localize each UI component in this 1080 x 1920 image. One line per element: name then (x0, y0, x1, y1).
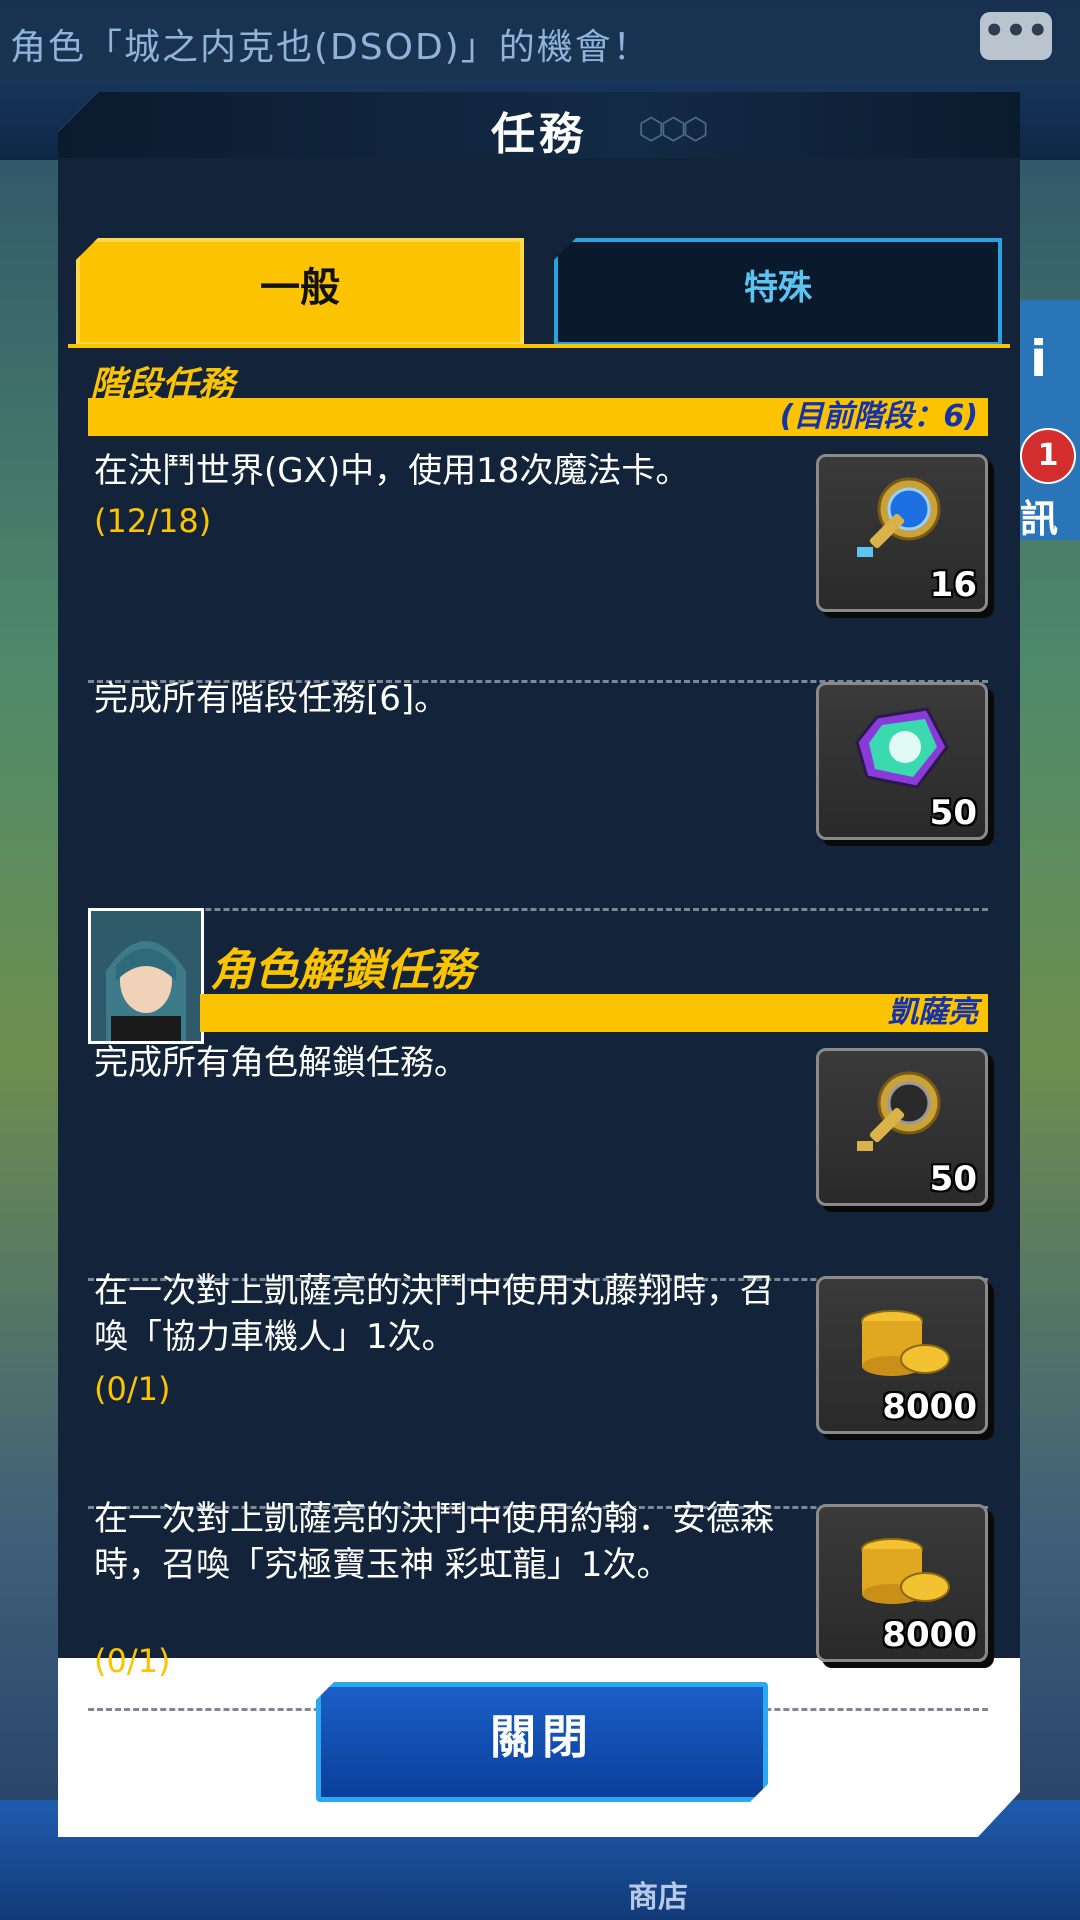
key-icon (857, 477, 941, 557)
info-icon: i (1030, 330, 1048, 388)
task-progress: (0/1) (94, 1370, 171, 1408)
divider (88, 908, 988, 911)
reward-count: 16 (929, 565, 977, 605)
tab-general[interactable]: 一般 (76, 238, 524, 346)
reward-count: 8000 (882, 1387, 977, 1427)
mission-dialog: ⬡⬡⬡ 任務 一般 特殊 階段任務 (目前階段：6) 在決鬥世界(GX)中，使用… (58, 92, 1020, 1837)
chat-icon[interactable]: ••• (980, 12, 1052, 60)
announcement-ticker: 角色「城之内克也(DSOD)」的機會！ (0, 0, 1080, 80)
task-description: 在一次對上凱薩亮的決鬥中使用丸藤翔時，召喚「協力車機人」1次。 (94, 1271, 774, 1357)
close-button-label: 關閉 (490, 1710, 594, 1764)
tab-special[interactable]: 特殊 (554, 238, 1002, 346)
reward-box[interactable]: 16 (816, 454, 988, 612)
stage-section-bar: (目前階段：6) (88, 398, 988, 436)
character-name-label: 凱薩亮 (888, 995, 978, 1030)
dialog-title: 任務 (491, 109, 587, 160)
task-description: 完成所有角色解鎖任務。 (94, 1043, 468, 1083)
shop-label: 商店 (628, 1880, 688, 1915)
tab-general-label: 一般 (260, 265, 340, 311)
reward-box[interactable]: 8000 (816, 1504, 988, 1662)
background-info-label: 訊 (1020, 497, 1059, 541)
current-stage-label: (目前階段：6) (779, 399, 978, 434)
tab-special-label: 特殊 (744, 268, 812, 308)
task-description: 完成所有階段任務[6]。 (94, 679, 449, 719)
mission-list-panel: 一般 特殊 階段任務 (目前階段：6) 在決鬥世界(GX)中，使用18次魔法卡。… (58, 158, 1020, 1711)
gold-coins-icon (861, 1310, 950, 1376)
reward-box[interactable]: 50 (816, 682, 988, 840)
unlock-section-title: 角色解鎖任務 (210, 945, 474, 996)
task-progress: (12/18) (94, 502, 212, 540)
dialog-header: ⬡⬡⬡ 任務 (58, 92, 1020, 160)
character-portrait-icon (91, 911, 201, 1041)
tab-underline (68, 344, 1010, 348)
unlock-section-bar: 凱薩亮 (200, 994, 988, 1032)
gem-icon (855, 707, 949, 789)
reward-count: 50 (929, 1159, 977, 1199)
task-description: 在決鬥世界(GX)中，使用18次魔法卡。 (94, 451, 690, 491)
key-icon (857, 1071, 941, 1151)
close-button[interactable]: 關閉 (316, 1682, 768, 1802)
task-progress: (0/1) (94, 1642, 171, 1680)
notification-badge: 1 (1020, 428, 1076, 484)
ticker-text: 角色「城之内克也(DSOD)」的機會！ (10, 27, 651, 68)
gold-coins-icon (861, 1538, 950, 1604)
reward-count: 50 (929, 793, 977, 833)
reward-box[interactable]: 8000 (816, 1276, 988, 1434)
task-description: 在一次對上凱薩亮的決鬥中使用約翰．安德森時，召喚「究極寶玉神 彩虹龍」1次。 (94, 1499, 774, 1585)
character-avatar (88, 908, 204, 1044)
reward-count: 8000 (882, 1615, 977, 1655)
reward-box[interactable]: 50 (816, 1048, 988, 1206)
